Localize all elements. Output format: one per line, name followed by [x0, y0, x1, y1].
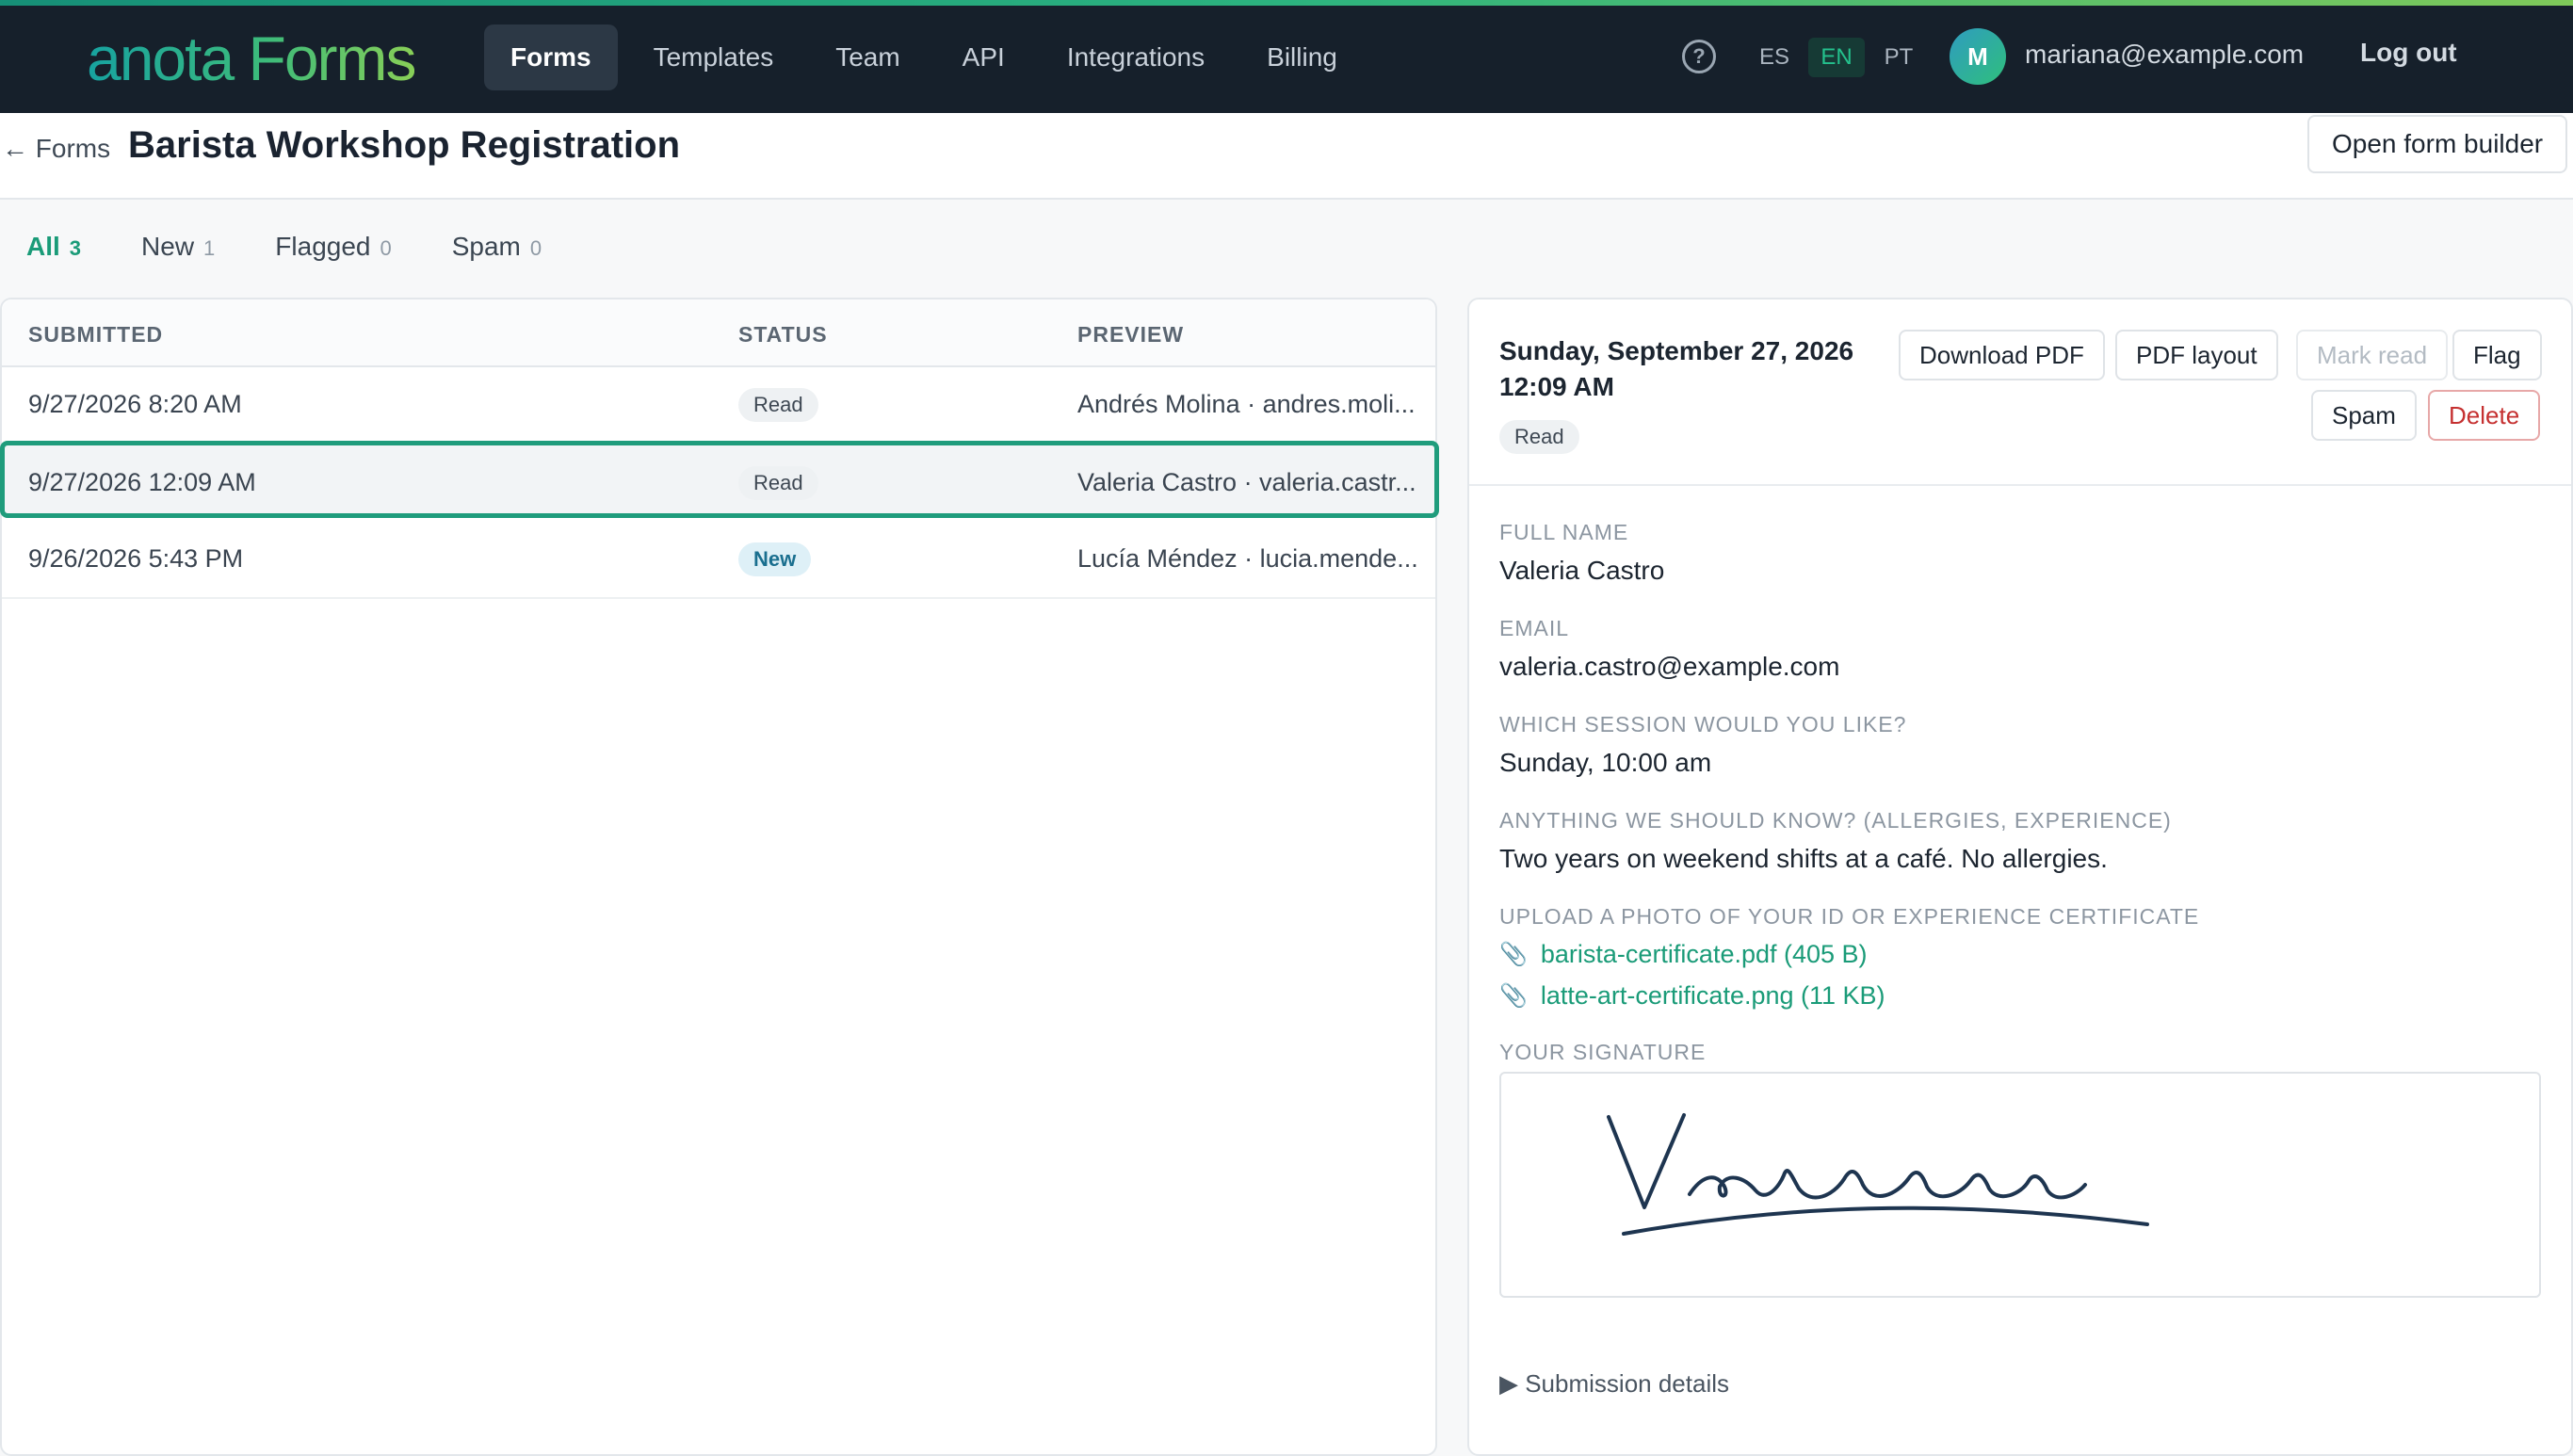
- column-header-preview[interactable]: PREVIEW: [1077, 322, 1184, 348]
- spam-button[interactable]: Spam: [2311, 390, 2417, 441]
- language-switcher: ES EN PT: [1746, 38, 1927, 77]
- row-preview: Valeria Castro · valeria.castr...: [1077, 468, 1416, 496]
- delete-button[interactable]: Delete: [2428, 390, 2541, 441]
- status-badge: New: [738, 542, 812, 576]
- top-navbar: anota Forms Forms Templates Team API Int…: [0, 0, 2573, 113]
- field-label-upload: UPLOAD A PHOTO OF YOUR ID OR EXPERIENCE …: [1499, 904, 2200, 929]
- tab-all[interactable]: All 3: [26, 232, 81, 262]
- submissions-table: SUBMITTED STATUS PREVIEW 9/27/2026 8:20 …: [0, 298, 1439, 1456]
- avatar[interactable]: M: [1950, 28, 2006, 85]
- tab-flagged[interactable]: Flagged 0: [275, 232, 391, 262]
- submission-date-time: 12:09 AM: [1499, 372, 1614, 401]
- attachment-link[interactable]: 📎 barista-certificate.pdf (405 B): [1499, 940, 1868, 969]
- tab-flagged-label: Flagged: [275, 232, 371, 261]
- field-label-session: WHICH SESSION WOULD YOU LIKE?: [1499, 712, 1907, 736]
- field-label-notes: ANYTHING WE SHOULD KNOW? (ALLERGIES, EXP…: [1499, 808, 2172, 833]
- nav-item-integrations[interactable]: Integrations: [1041, 24, 1231, 90]
- field-value-session: Sunday, 10:00 am: [1499, 748, 1712, 777]
- field-label-full-name: FULL NAME: [1499, 520, 1629, 544]
- status-badge: Read: [1499, 420, 1579, 454]
- column-header-status[interactable]: STATUS: [738, 322, 828, 348]
- user-email: mariana@example.com: [2025, 40, 2305, 69]
- row-submitted: 9/27/2026 12:09 AM: [28, 468, 256, 496]
- status-badge: Read: [738, 466, 818, 500]
- table-row[interactable]: 9/26/2026 5:43 PM New Lucía Méndez · luc…: [2, 522, 1435, 599]
- table-header: SUBMITTED STATUS PREVIEW: [2, 299, 1435, 367]
- submission-details-toggle[interactable]: ▶ Submission details: [1499, 1369, 1729, 1399]
- accent-strip: [0, 0, 2573, 6]
- attachment-name: latte-art-certificate.png (11 KB): [1540, 981, 1885, 1010]
- mark-read-button[interactable]: Mark read: [2296, 330, 2449, 380]
- logout-button[interactable]: Log out: [2360, 38, 2457, 68]
- nav-item-forms[interactable]: Forms: [484, 24, 618, 90]
- table-row-selected[interactable]: 9/27/2026 12:09 AM Read Valeria Castro ·…: [0, 441, 1439, 518]
- submission-date-day: Sunday, September 27, 2026: [1499, 336, 1854, 365]
- tab-spam-label: Spam: [451, 232, 521, 261]
- tab-new-count: 1: [203, 236, 216, 260]
- table-row[interactable]: 9/27/2026 8:20 AM Read Andrés Molina · a…: [2, 367, 1435, 445]
- lang-es[interactable]: ES: [1746, 38, 1803, 77]
- attachment-link[interactable]: 📎 latte-art-certificate.png (11 KB): [1499, 981, 1885, 1011]
- back-to-forms-link[interactable]: ← Forms: [2, 134, 110, 164]
- pdf-layout-button[interactable]: PDF layout: [2115, 330, 2278, 380]
- field-value-full-name: Valeria Castro: [1499, 556, 1665, 585]
- tab-new-label: New: [141, 232, 195, 261]
- paperclip-icon: 📎: [1499, 983, 1528, 1009]
- nav-item-team[interactable]: Team: [809, 24, 926, 90]
- field-label-email: EMAIL: [1499, 616, 1570, 640]
- field-label-signature: YOUR SIGNATURE: [1499, 1040, 1707, 1064]
- tab-all-label: All: [26, 232, 60, 261]
- page-title: Barista Workshop Registration: [128, 124, 681, 166]
- attachment-name: barista-certificate.pdf (405 B): [1540, 940, 1868, 968]
- open-form-builder-button[interactable]: Open form builder: [2307, 115, 2568, 173]
- submission-filter-tabs: All 3 New 1 Flagged 0 Spam 0: [26, 232, 542, 262]
- lang-pt[interactable]: PT: [1870, 38, 1927, 77]
- lang-en[interactable]: EN: [1808, 38, 1865, 77]
- flag-button[interactable]: Flag: [2452, 330, 2542, 380]
- row-preview: Lucía Méndez · lucia.mende...: [1077, 544, 1418, 573]
- nav-item-templates[interactable]: Templates: [627, 24, 801, 90]
- tab-spam-count: 0: [529, 236, 542, 260]
- row-preview: Andrés Molina · andres.moli...: [1077, 390, 1416, 418]
- tab-spam[interactable]: Spam 0: [452, 232, 542, 262]
- help-icon[interactable]: ?: [1682, 40, 1716, 73]
- main-nav: Forms Templates Team API Integrations Bi…: [484, 24, 1364, 90]
- brand-logo[interactable]: anota Forms: [87, 24, 416, 92]
- row-submitted: 9/27/2026 8:20 AM: [28, 390, 242, 418]
- page-header: ← Forms Barista Workshop Registration Op…: [0, 113, 2573, 200]
- field-value-email: valeria.castro@example.com: [1499, 652, 1840, 681]
- tab-all-count: 3: [69, 236, 82, 260]
- signature-image: [1607, 1113, 2149, 1236]
- tab-flagged-count: 0: [380, 236, 392, 260]
- field-value-notes: Two years on weekend shifts at a café. N…: [1499, 844, 2108, 873]
- status-badge: Read: [738, 388, 818, 422]
- submission-date: Sunday, September 27, 2026 12:09 AM: [1499, 333, 1914, 405]
- column-header-submitted[interactable]: SUBMITTED: [28, 322, 163, 348]
- tab-new[interactable]: New 1: [141, 232, 215, 262]
- paperclip-icon: 📎: [1499, 942, 1528, 967]
- nav-item-api[interactable]: API: [936, 24, 1031, 90]
- detail-header: Sunday, September 27, 2026 12:09 AM Read…: [1469, 299, 2571, 486]
- submission-detail-panel: Sunday, September 27, 2026 12:09 AM Read…: [1467, 298, 2573, 1456]
- nav-item-billing[interactable]: Billing: [1240, 24, 1364, 90]
- signature-box: [1499, 1072, 2541, 1298]
- row-submitted: 9/26/2026 5:43 PM: [28, 544, 244, 573]
- download-pdf-button[interactable]: Download PDF: [1899, 330, 2105, 380]
